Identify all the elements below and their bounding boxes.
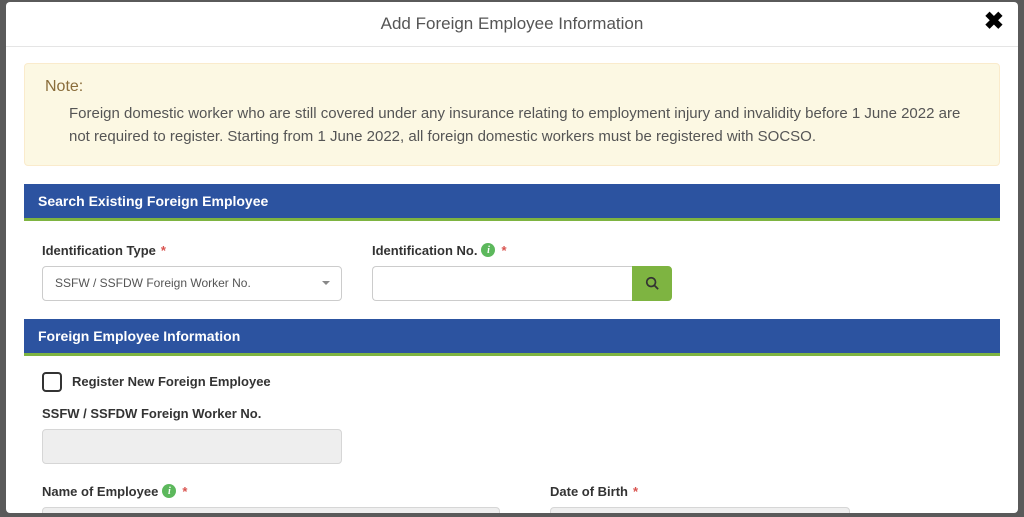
required-mark: * (501, 243, 506, 258)
note-box: Note: Foreign domestic worker who are st… (24, 63, 1000, 166)
search-icon (645, 276, 659, 290)
name-label: Name of Employee i * (42, 484, 500, 499)
modal-header: Add Foreign Employee Information ✖ (6, 2, 1018, 47)
id-type-group: Identification Type * SSFW / SSFDW Forei… (42, 243, 342, 301)
name-dob-row: Name of Employee i * Date of Birth* (42, 484, 982, 514)
id-type-select[interactable]: SSFW / SSFDW Foreign Worker No. (42, 266, 342, 301)
note-text: Foreign domestic worker who are still co… (45, 102, 979, 149)
id-no-search-group (372, 266, 672, 301)
search-section-content: Identification Type * SSFW / SSFDW Forei… (24, 221, 1000, 319)
id-no-group: Identification No. i * (372, 243, 672, 301)
search-section-header: Search Existing Foreign Employee (24, 184, 1000, 221)
register-checkbox-row: Register New Foreign Employee (42, 372, 982, 392)
required-mark: * (161, 243, 166, 258)
name-input (42, 507, 500, 514)
close-button[interactable]: ✖ (984, 10, 1004, 34)
ssfw-input (42, 429, 342, 464)
info-icon[interactable]: i (481, 243, 495, 257)
note-title: Note: (45, 78, 979, 96)
dob-field-group: Date of Birth* (550, 484, 850, 514)
id-no-label: Identification No. i * (372, 243, 672, 258)
info-section-header: Foreign Employee Information (24, 319, 1000, 356)
ssfw-label: SSFW / SSFDW Foreign Worker No. (42, 406, 982, 421)
search-button[interactable] (632, 266, 672, 301)
chevron-down-icon (322, 281, 330, 285)
modal-body: Note: Foreign domestic worker who are st… (6, 47, 1018, 513)
dob-label: Date of Birth* (550, 484, 850, 499)
close-icon: ✖ (984, 8, 1004, 35)
dob-input (550, 507, 850, 514)
id-type-select-value: SSFW / SSFDW Foreign Worker No. (42, 266, 342, 301)
info-section-content: Register New Foreign Employee SSFW / SSF… (24, 356, 1000, 514)
id-type-label: Identification Type * (42, 243, 342, 258)
required-mark: * (182, 484, 187, 499)
modal-dialog: Add Foreign Employee Information ✖ Note:… (6, 2, 1018, 513)
modal-title: Add Foreign Employee Information (26, 14, 998, 34)
id-no-input[interactable] (372, 266, 632, 301)
search-form-row: Identification Type * SSFW / SSFDW Forei… (42, 243, 982, 301)
ssfw-field-group: SSFW / SSFDW Foreign Worker No. (42, 406, 982, 464)
register-checkbox[interactable] (42, 372, 62, 392)
name-field-group: Name of Employee i * (42, 484, 500, 514)
register-checkbox-label: Register New Foreign Employee (72, 374, 271, 389)
required-mark: * (633, 484, 638, 499)
info-icon[interactable]: i (162, 484, 176, 498)
